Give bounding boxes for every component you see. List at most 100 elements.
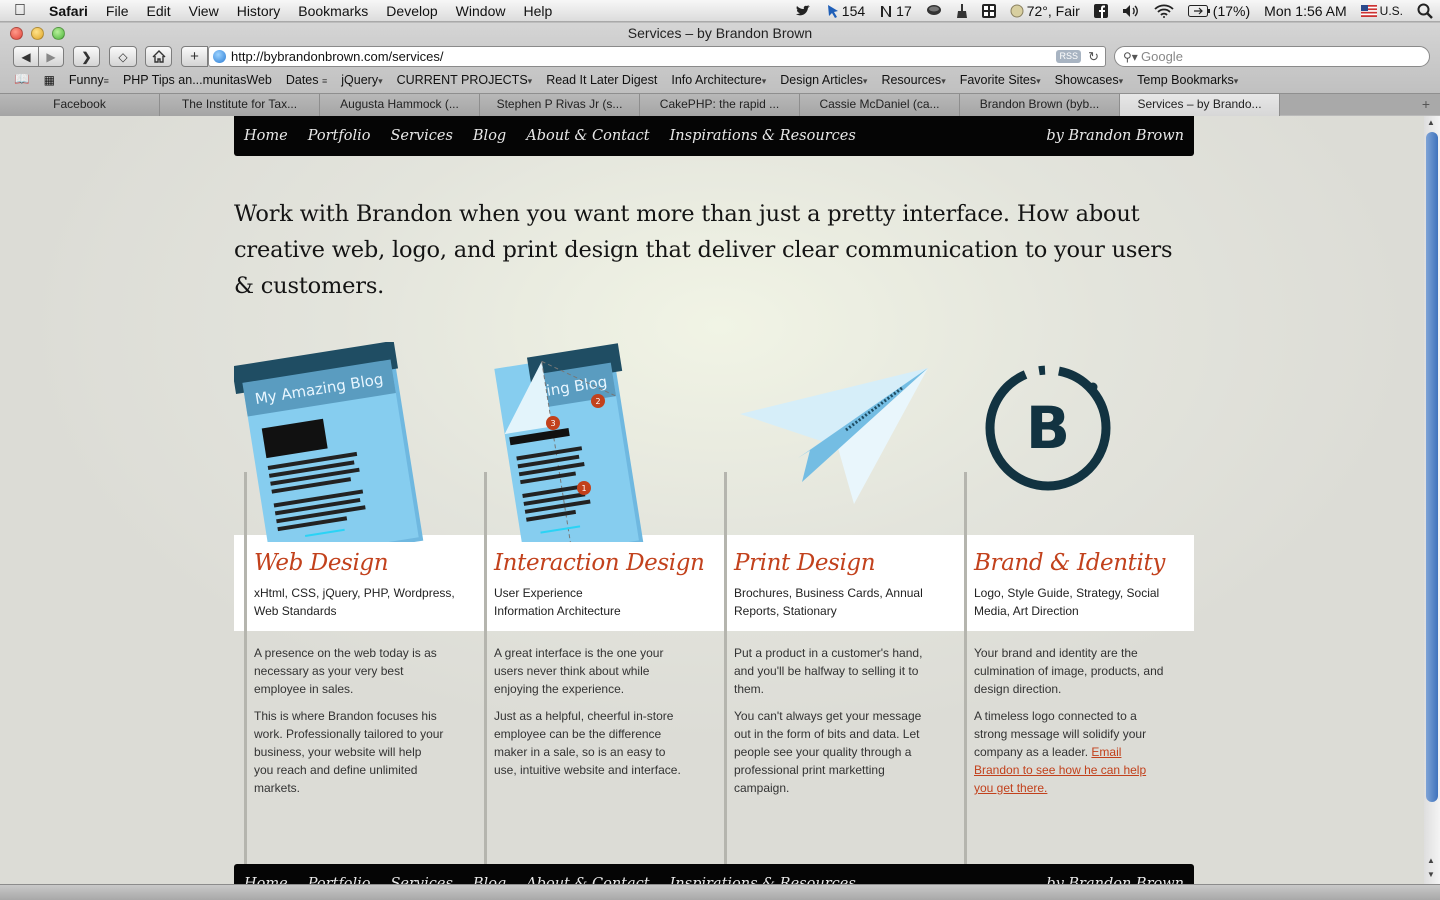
site-brand[interactable]: by Brandon Brown	[1046, 128, 1184, 144]
menu-file[interactable]: File	[97, 0, 138, 22]
add-bookmark-button[interactable]: +	[181, 46, 208, 67]
tab-augusta-hammock[interactable]: Augusta Hammock (...	[320, 94, 480, 116]
service-paragraph: A great interface is the one your users …	[494, 646, 664, 696]
home-button[interactable]	[145, 46, 172, 67]
search-placeholder: Google	[1141, 49, 1183, 64]
nav-portfolio[interactable]: Portfolio	[308, 128, 371, 144]
menu-help[interactable]: Help	[514, 0, 561, 22]
bookmark-php-tips[interactable]: PHP Tips an...munitasWeb	[116, 73, 279, 87]
menu-edit[interactable]: Edit	[137, 0, 179, 22]
menu-view[interactable]: View	[180, 0, 228, 22]
top-sites-grid-icon[interactable]: ▦	[37, 73, 62, 87]
tab-stephen-rivas[interactable]: Stephen P Rivas Jr (s...	[480, 94, 640, 116]
scroll-up-arrow-icon[interactable]: ▲	[1427, 118, 1435, 127]
apple-menu-icon[interactable]: 	[0, 2, 40, 20]
nav-about-contact[interactable]: About & Contact	[526, 128, 649, 144]
bookmark-resources[interactable]: Resources▾	[874, 73, 952, 87]
bookmark-tag-icon: ◇	[118, 49, 128, 64]
chevron-down-icon: ▾	[1118, 75, 1124, 86]
scroll-up-arrow-icon[interactable]: ▲	[1427, 856, 1435, 865]
reload-icon[interactable]: ↻	[1088, 47, 1099, 66]
nav-inspirations[interactable]: Inspirations & Resources	[670, 128, 856, 144]
nav-home[interactable]: Home	[244, 128, 288, 144]
scrollbar-thumb[interactable]	[1426, 132, 1438, 802]
tab-facebook[interactable]: Facebook	[0, 94, 160, 116]
window-titlebar[interactable]: Services – by Brandon Brown	[0, 23, 1440, 45]
input-source[interactable]: U.S.	[1354, 4, 1410, 18]
spotlight-icon[interactable]	[1410, 3, 1440, 19]
menu-bookmarks[interactable]: Bookmarks	[289, 0, 377, 22]
nav-blog[interactable]: Blog	[473, 876, 506, 884]
bookmark-temp-bookmarks[interactable]: Temp Bookmarks▾	[1130, 73, 1245, 87]
bookmark-label: Design Articles	[780, 72, 863, 87]
back-button[interactable]: ◀	[13, 46, 39, 67]
bookmark-favorite-sites[interactable]: Favorite Sites▾	[953, 73, 1048, 87]
open-book-icon[interactable]: 📖	[0, 72, 37, 87]
menubar-status-area: 154 17 72°, Fair (17%) Mon 1:56 AM U.S.	[788, 0, 1440, 22]
page-viewport: Home Portfolio Services Blog About & Con…	[0, 116, 1424, 884]
folded-page-illustration: ring Blog 3 2 1	[494, 343, 644, 542]
mentions-counter[interactable]: 154	[820, 3, 872, 19]
bookmark-jquery[interactable]: jQuery▾	[334, 73, 389, 87]
cursor-arrow-icon	[827, 5, 838, 18]
nav-services[interactable]: Services	[390, 128, 452, 144]
bookmark-label: Temp Bookmarks	[1137, 72, 1234, 87]
status-bar	[0, 884, 1440, 900]
weather-widget[interactable]: 72°, Fair	[1003, 3, 1087, 19]
reader-button[interactable]: ◇	[109, 46, 137, 67]
moon-icon	[1010, 4, 1024, 18]
tab-brandon-brown[interactable]: Brandon Brown (byb...	[960, 94, 1120, 116]
rss-button[interactable]: RSS	[1056, 50, 1081, 63]
vertical-scrollbar[interactable]: ▲ ▲ ▼	[1424, 116, 1440, 884]
bookmark-showcases[interactable]: Showcases▾	[1048, 73, 1130, 87]
service-tags: Brochures, Business Cards, Annual Report…	[734, 586, 923, 618]
service-description: A presence on the web today is as necess…	[254, 644, 444, 806]
folder-marker-icon: ≡	[322, 75, 328, 86]
battery-status[interactable]: (17%)	[1181, 3, 1257, 19]
bookmark-current-projects[interactable]: CURRENT PROJECTS▾	[390, 73, 540, 87]
bookmark-design-articles[interactable]: Design Articles▾	[773, 73, 874, 87]
tab-institute-tax[interactable]: The Institute for Tax...	[160, 94, 320, 116]
tab-services-active[interactable]: Services – by Brando...	[1120, 94, 1280, 116]
site-brand[interactable]: by Brandon Brown	[1046, 876, 1184, 884]
mail-counter[interactable]: 17	[872, 3, 919, 19]
bookmark-label: Showcases	[1054, 72, 1119, 87]
menu-app-safari[interactable]: Safari	[40, 0, 97, 22]
menubar-clock[interactable]: Mon 1:56 AM	[1257, 3, 1354, 19]
bookmark-funny[interactable]: Funny≡	[62, 73, 116, 87]
menu-window[interactable]: Window	[447, 0, 515, 22]
broom-icon[interactable]	[949, 4, 975, 18]
address-bar[interactable]: http://bybrandonbrown.com/services/ RSS …	[208, 46, 1106, 67]
facebook-icon[interactable]	[1087, 4, 1115, 18]
nav-blog[interactable]: Blog	[473, 128, 506, 144]
bookmark-read-it-later[interactable]: Read It Later Digest	[539, 73, 664, 87]
nav-about-contact[interactable]: About & Contact	[526, 876, 649, 884]
tab-cakephp[interactable]: CakePHP: the rapid ...	[640, 94, 800, 116]
nav-inspirations[interactable]: Inspirations & Resources	[670, 876, 856, 884]
service-paragraph: Put a product in a customer's hand, and …	[734, 646, 923, 696]
nav-services[interactable]: Services	[390, 876, 452, 884]
volume-icon[interactable]	[1115, 4, 1147, 18]
twitter-icon[interactable]	[788, 4, 820, 18]
nav-portfolio[interactable]: Portfolio	[308, 876, 371, 884]
scroll-down-arrow-icon[interactable]: ▼	[1427, 870, 1435, 879]
wifi-icon[interactable]	[1147, 4, 1181, 18]
menu-develop[interactable]: Develop	[377, 0, 446, 22]
spaces-grid-icon[interactable]	[975, 4, 1003, 18]
service-tags: xHtml, CSS, jQuery, PHP, Wordpress, Web …	[254, 586, 455, 618]
readability-button[interactable]: ❯	[73, 46, 100, 67]
forward-button[interactable]: ▶	[38, 46, 64, 67]
nav-home[interactable]: Home	[244, 876, 288, 884]
coffee-cup-icon[interactable]	[919, 4, 949, 18]
tab-bar: Facebook The Institute for Tax... August…	[0, 93, 1440, 116]
service-paragraph: A presence on the web today is as necess…	[254, 646, 437, 696]
browser-toolbar: ◀ ▶ ❯ ◇ + http://bybrandonbrown.com/serv…	[0, 45, 1440, 69]
bookmark-info-architecture[interactable]: Info Architecture▾	[664, 73, 773, 87]
bookmark-dates[interactable]: Dates ≡	[279, 73, 334, 87]
search-field[interactable]: ⚲▾ Google	[1114, 46, 1430, 67]
menu-history[interactable]: History	[228, 0, 290, 22]
tab-cassie-mcdaniel[interactable]: Cassie McDaniel (ca...	[800, 94, 960, 116]
marker-label: 1	[581, 484, 586, 493]
new-tab-plus-icon[interactable]: +	[1280, 94, 1440, 115]
bookmark-label: jQuery	[341, 72, 379, 87]
